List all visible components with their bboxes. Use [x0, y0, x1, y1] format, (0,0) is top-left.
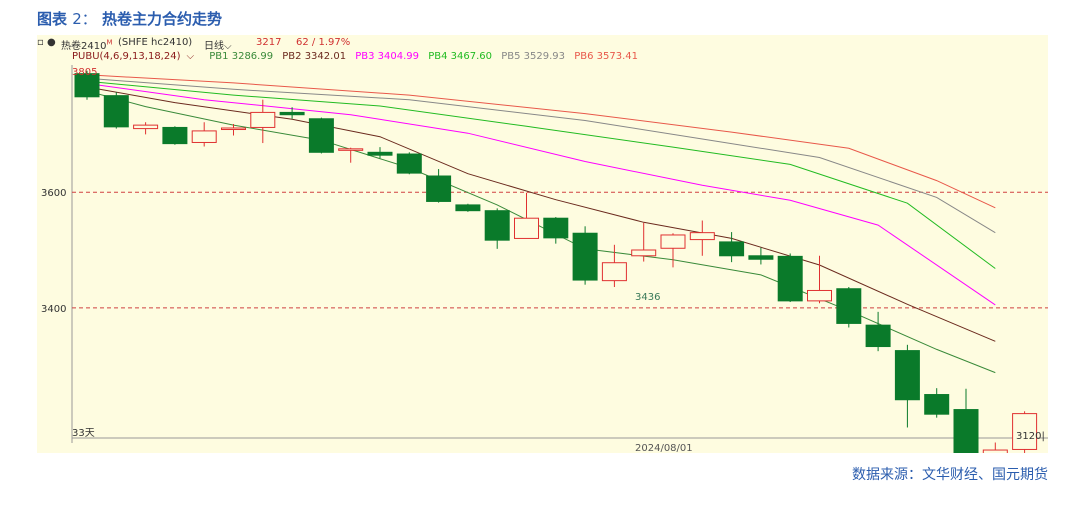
candle-body[interactable]: [426, 175, 452, 202]
candle-body[interactable]: [279, 111, 305, 116]
local-low-label: 3436: [635, 292, 660, 303]
x-date-label: 2024/08/01: [635, 443, 693, 453]
candle-body[interactable]: [338, 148, 364, 151]
figure-number: 2：: [72, 10, 97, 28]
candle-body[interactable]: [924, 394, 950, 415]
candle-body[interactable]: [455, 204, 481, 212]
candle-body[interactable]: [133, 124, 159, 130]
candle-body[interactable]: [689, 232, 715, 241]
min-price-label: 3120|: [1016, 431, 1045, 442]
figure-title: 图表 2： 热卷主力合约走势: [37, 8, 222, 29]
candle-body[interactable]: [953, 409, 979, 453]
candle-body[interactable]: [221, 127, 246, 131]
data-source: 数据来源：文华财经、国元期货: [852, 467, 1048, 483]
candle-body[interactable]: [601, 262, 627, 282]
candle-body[interactable]: [777, 255, 803, 302]
candle-body[interactable]: [396, 153, 422, 174]
candle-body[interactable]: [308, 118, 334, 153]
ribbon-line-pb3: [86, 83, 996, 306]
y-tick-label: 3400: [41, 304, 66, 315]
figure-prefix: 图表: [37, 10, 68, 28]
candle-body[interactable]: [250, 111, 276, 128]
candle-body[interactable]: [162, 126, 188, 145]
candle-body[interactable]: [660, 234, 686, 249]
candle-body[interactable]: [514, 217, 539, 239]
candle-body[interactable]: [572, 232, 598, 281]
candle-body[interactable]: [631, 249, 657, 257]
candle-body[interactable]: [484, 210, 510, 241]
candle-body[interactable]: [543, 217, 569, 239]
ribbon-line-pb6: [86, 74, 996, 209]
y-tick-label: 3600: [41, 188, 66, 199]
candle-body[interactable]: [719, 241, 745, 257]
figure-title-text: 热卷主力合约走势: [102, 10, 223, 28]
ribbon-line-pb1: [86, 90, 996, 374]
chart-panel: ▫ ● 热卷2410M (SHFE hc2410) 日线⌵ 3217 62 / …: [37, 35, 1048, 453]
candle-body[interactable]: [367, 151, 393, 156]
candle-body[interactable]: [982, 449, 1008, 453]
candle-body[interactable]: [894, 350, 920, 401]
candle-body[interactable]: [807, 289, 832, 302]
candle-body[interactable]: [865, 324, 891, 348]
bars-count-label: 33天: [72, 428, 95, 439]
candle-body[interactable]: [748, 255, 774, 260]
candle-body[interactable]: [836, 288, 862, 324]
max-price-label: 3805: [72, 67, 97, 78]
candle-body[interactable]: [103, 95, 129, 128]
candle-body[interactable]: [191, 130, 217, 143]
candlestick-chart[interactable]: 3600 3400 3805 3436 3120| 33天 2024/08/01: [37, 35, 1048, 453]
